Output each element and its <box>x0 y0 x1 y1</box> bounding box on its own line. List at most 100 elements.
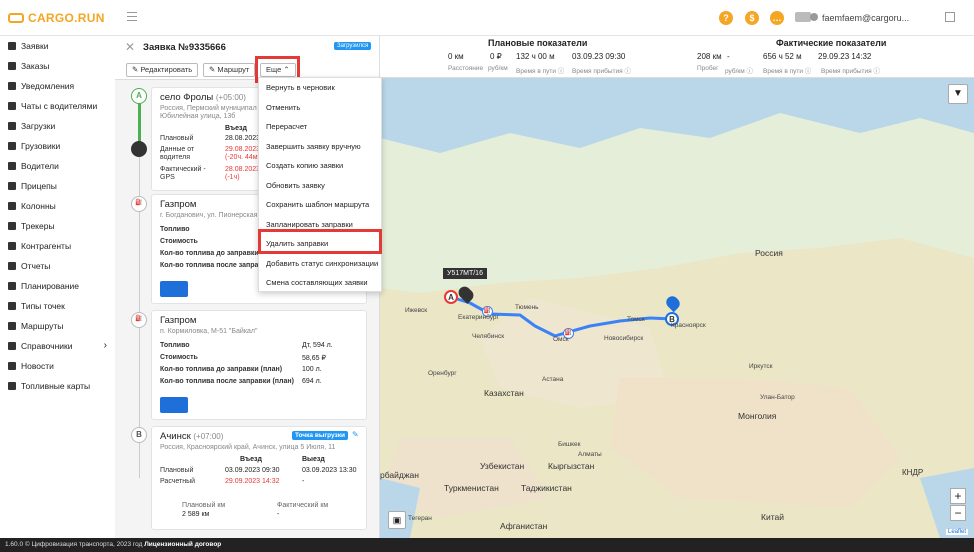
menu-item-change-parts[interactable]: Смена составляющих заявки <box>259 273 381 293</box>
plan-title: Плановые показатели <box>488 38 588 48</box>
cost-value: 58,65 ₽ <box>302 355 326 362</box>
doc-icon <box>8 42 16 50</box>
chevron-right-icon: › <box>103 340 107 351</box>
menu-item-recalc[interactable]: Перерасчет <box>259 117 381 137</box>
plan-km-value: 2 589 км <box>182 511 210 518</box>
sidebar-item-loads[interactable]: Загрузки <box>0 116 115 136</box>
sidebar-item-requests[interactable]: Заявки <box>0 36 115 56</box>
help-icon[interactable]: ? <box>719 11 733 25</box>
map[interactable]: ▼ У517МТ/16 A B ⛽ ⛽ Россия Казахстан Мон… <box>380 78 974 538</box>
unload-badge: Точка выгрузки <box>292 431 348 440</box>
gas-station-card[interactable]: Газпром п. Кормиловка, М-51 "Байкал" Топ… <box>151 310 367 420</box>
menu-item-save-template[interactable]: Сохранить шаблон маршрута <box>259 195 381 215</box>
sidebar-item-routes[interactable]: Маршруты <box>0 316 115 336</box>
zoom-out-button[interactable]: − <box>950 505 966 521</box>
calendar-icon <box>8 282 16 290</box>
plan-label: Плановый <box>160 467 194 474</box>
calc-label: Расчетный <box>160 478 196 485</box>
plan-time-label: Время в пути ⓘ <box>516 68 565 75</box>
coin-icon[interactable]: $ <box>745 11 759 25</box>
layers-icon[interactable]: ▣ <box>388 511 406 529</box>
map-label-almaty: Алматы <box>578 451 602 458</box>
plan-distance-label: Расстояние <box>448 65 484 72</box>
status-badge: Загрузился <box>334 42 372 50</box>
point-b-card[interactable]: Ачинск (+07:00) Точка выгрузки ✎ Россия,… <box>151 426 367 530</box>
sidebar-item-trackers[interactable]: Трекеры <box>0 216 115 236</box>
plan-value: 28.08.2023 <box>225 135 261 142</box>
edit-icon[interactable]: ✎ <box>352 430 359 439</box>
map-label-novosibirsk: Новосибирск <box>604 335 644 342</box>
sidebar-item-point-types[interactable]: Типы точек <box>0 296 115 316</box>
menu-item-update[interactable]: Обновить заявку <box>259 176 381 196</box>
sidebar-item-columns[interactable]: Колонны <box>0 196 115 216</box>
sidebar-item-notifications[interactable]: Уведомления <box>0 76 115 96</box>
truck-icon[interactable] <box>795 12 811 22</box>
gas-address: г. Богданович, ул. Пионерская <box>160 212 258 219</box>
sidebar-item-reports[interactable]: Отчеты <box>0 256 115 276</box>
map-label-kazakhstan: Казахстан <box>484 388 524 398</box>
pin-icon <box>8 302 16 310</box>
map-label-uzbekistan: Узбекистан <box>480 461 525 471</box>
fact-title: Фактические показатели <box>776 38 887 48</box>
map-label-tajikistan: Таджикистан <box>521 483 572 493</box>
menu-toggle-icon[interactable] <box>127 12 137 21</box>
menu-item-return-draft[interactable]: Вернуть в черновик <box>259 78 381 98</box>
driver-data-value: 29.08.2023 <box>225 146 261 153</box>
sidebar-item-planning[interactable]: Планирование <box>0 276 115 296</box>
point-a-address: Россия, Пермский муниципал <box>160 105 257 112</box>
sidebar-item-directories[interactable]: Справочники › <box>0 336 115 356</box>
menu-item-cancel[interactable]: Отменить <box>259 98 381 118</box>
logo[interactable]: CARGO.RUN <box>8 11 105 25</box>
sidebar-item-orders[interactable]: Заказы <box>0 56 115 76</box>
gas-title: Газпром <box>160 315 197 326</box>
sidebar-item-fuel-cards[interactable]: Топливные карты <box>0 376 115 396</box>
edit-button[interactable]: ✎ Редактировать <box>126 63 199 77</box>
col-exit: Выезд <box>302 456 325 463</box>
fuel-card-icon <box>160 397 188 413</box>
map-label-teheran: Тегеран <box>408 515 432 522</box>
sidebar-item-trailers[interactable]: Прицепы <box>0 176 115 196</box>
leaflet-attribution[interactable]: Leaflet <box>946 529 969 535</box>
gas-station-icon: ⛽ <box>131 312 147 328</box>
truck-logo-icon <box>8 13 24 23</box>
cost-label: Стоимость <box>160 354 198 361</box>
map-label-turkmenistan: Туркменистан <box>444 483 499 493</box>
sidebar-item-trucks[interactable]: Грузовики <box>0 136 115 156</box>
sidebar-item-news[interactable]: Новости <box>0 356 115 376</box>
more-dropdown: Вернуть в черновик Отменить Перерасчет З… <box>258 77 382 292</box>
map-label-chelyabinsk: Челябинск <box>472 333 505 340</box>
chat-icon <box>8 102 16 110</box>
map-label-astana: Астана <box>542 376 564 383</box>
point-b-address: Россия, Красноярский край, Ачинск, улица… <box>160 444 336 451</box>
col-entry: Въезд <box>225 125 247 132</box>
map-label-russia: Россия <box>755 248 783 258</box>
report-icon <box>8 262 16 270</box>
fact-rub-label: руб/км ⓘ <box>725 68 754 75</box>
plan-distance: 0 км <box>448 52 464 61</box>
logout-icon[interactable] <box>945 12 955 22</box>
point-a-pin-icon[interactable]: A <box>444 290 458 304</box>
menu-item-add-sync[interactable]: Добавить статус синхронизации <box>259 254 381 274</box>
zoom-in-button[interactable]: + <box>950 488 966 504</box>
plan-label: Плановый <box>160 135 194 142</box>
truck-marker-icon <box>131 141 147 157</box>
fact-distance: 208 км <box>697 52 722 61</box>
close-icon[interactable]: ✕ <box>125 40 135 54</box>
sidebar-item-contractors[interactable]: Контрагенты <box>0 236 115 256</box>
driver-data-diff: (-20ч. 44м <box>225 154 258 161</box>
sidebar-item-driver-chats[interactable]: Чаты с водителями <box>0 96 115 116</box>
chat-icon[interactable]: … <box>770 11 784 25</box>
user-icon <box>810 13 818 21</box>
menu-item-finish-manual[interactable]: Завершить заявку вручную <box>259 137 381 157</box>
license-link[interactable]: Лицензионный договор <box>144 541 221 548</box>
filter-icon[interactable]: ▼ <box>948 84 968 104</box>
sidebar-item-drivers[interactable]: Водители <box>0 156 115 176</box>
route-button[interactable]: ✎ Маршрут <box>203 63 256 77</box>
user-email[interactable]: faemfaem@cargoru... <box>822 13 909 23</box>
map-label-mongolia: Монголия <box>738 411 777 421</box>
fact-arrival: 29.09.23 14:32 <box>818 52 872 61</box>
gps-diff: (-1ч) <box>225 174 240 181</box>
top-bar: CARGO.RUN ? $ … faemfaem@cargoru... <box>0 0 974 36</box>
point-a-address-line2: Юбилейная улица, 13б <box>160 113 236 120</box>
menu-item-copy[interactable]: Создать копию заявки <box>259 156 381 176</box>
